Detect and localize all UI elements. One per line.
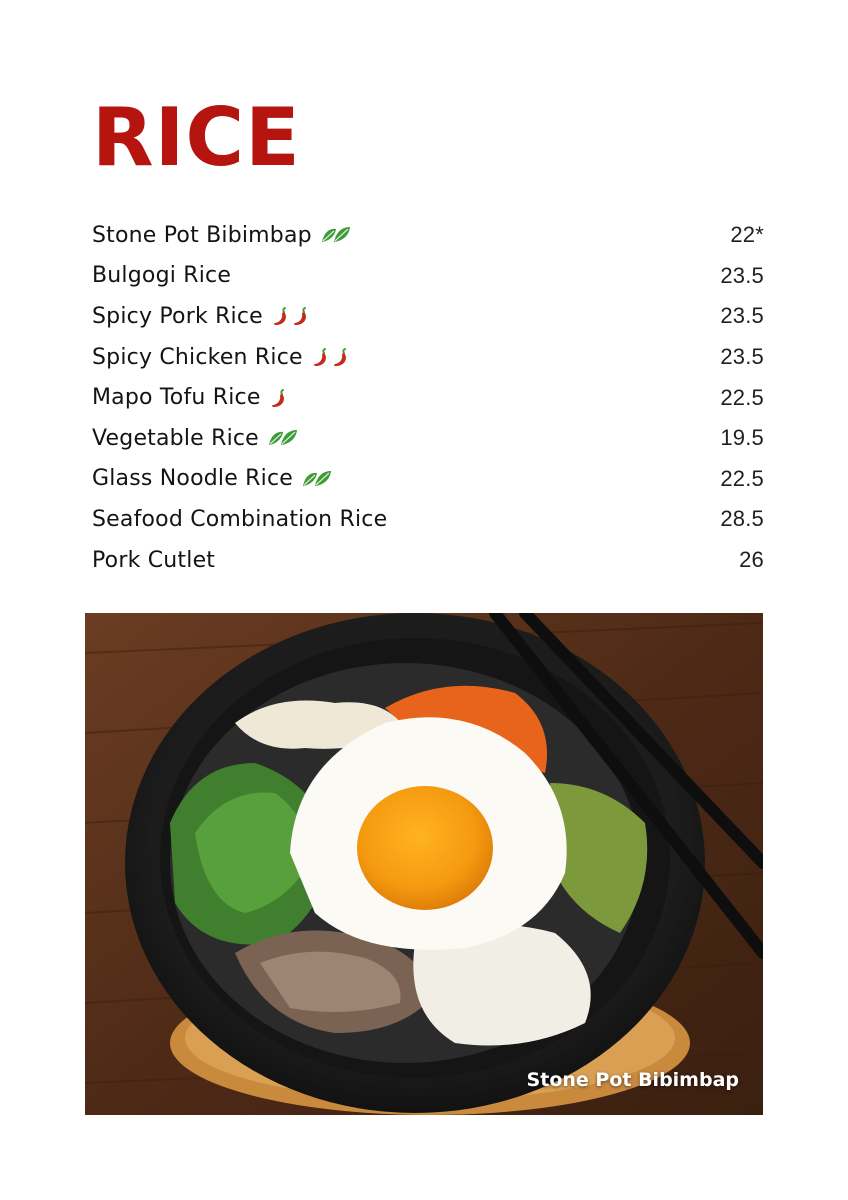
menu-item: Spicy Chicken Rice 23.5	[92, 337, 764, 378]
page-title: RICE	[92, 91, 301, 184]
menu-item-price: 23.5	[720, 262, 764, 288]
menu-item-icons	[269, 387, 289, 409]
menu-item-name: Pork Cutlet	[92, 547, 216, 573]
menu-item-icons	[320, 224, 352, 246]
menu-item: Bulgogi Rice 23.5	[92, 256, 764, 297]
menu-item-price: 23.5	[720, 303, 764, 329]
menu-item-icons	[267, 427, 299, 449]
menu-item-price: 22.5	[720, 384, 764, 410]
chili-icon	[271, 388, 284, 407]
food-photo: Stone Pot Bibimbap	[85, 613, 763, 1115]
menu-item-name: Bulgogi Rice	[92, 263, 232, 289]
menu-item: Glass Noodle Rice 22.5	[92, 459, 764, 500]
chili-icon	[293, 307, 306, 326]
menu-item-price: 26	[739, 547, 764, 573]
leaf-icon	[302, 470, 331, 486]
menu-item-price: 28.5	[720, 506, 764, 532]
menu-item: Vegetable Rice 19.5	[92, 418, 764, 459]
menu-item-icons	[301, 468, 333, 490]
menu-list: Stone Pot Bibimbap 22* Bulgogi Rice 23.5 Spi…	[92, 215, 764, 580]
bibimbap-illustration	[85, 613, 763, 1115]
photo-caption: Stone Pot Bibimbap	[526, 1069, 739, 1091]
menu-item-price: 22*	[730, 222, 764, 248]
menu-item-name: Glass Noodle Rice	[92, 466, 293, 492]
menu-item-left: Seafood Combination Rice	[92, 507, 387, 532]
menu-item: Mapo Tofu Rice 22.5	[92, 377, 764, 418]
menu-item-icons	[311, 346, 351, 368]
menu-item-name: Spicy Pork Rice	[92, 303, 263, 329]
menu-item: Seafood Combination Rice 28.5	[92, 499, 764, 540]
menu-item-left: Vegetable Rice	[92, 426, 299, 451]
menu-item-left: Glass Noodle Rice	[92, 466, 333, 491]
menu-item-left: Spicy Chicken Rice	[92, 345, 351, 370]
menu-item-price: 19.5	[720, 425, 764, 451]
menu-item-name: Spicy Chicken Rice	[92, 344, 303, 370]
menu-item-price: 22.5	[720, 465, 764, 491]
menu-item-name: Vegetable Rice	[92, 425, 259, 451]
chili-icon	[333, 348, 346, 367]
menu-item-price: 23.5	[720, 344, 764, 370]
menu-item-left: Spicy Pork Rice	[92, 304, 311, 329]
menu-item: Spicy Pork Rice 23.5	[92, 296, 764, 337]
leaf-icon	[268, 430, 297, 446]
menu-item-left: Bulgogi Rice	[92, 263, 231, 288]
menu-item-name: Stone Pot Bibimbap	[92, 222, 312, 248]
menu-item-name: Mapo Tofu Rice	[92, 385, 261, 411]
menu-item: Pork Cutlet 26	[92, 540, 764, 581]
chili-icon	[273, 307, 286, 326]
menu-item-left: Stone Pot Bibimbap	[92, 223, 352, 248]
menu-item-name: Seafood Combination Rice	[92, 506, 388, 532]
menu-item-icons	[271, 305, 311, 327]
leaf-icon	[321, 227, 350, 243]
chili-icon	[313, 348, 326, 367]
menu-item-left: Pork Cutlet	[92, 548, 215, 573]
menu-item: Stone Pot Bibimbap 22*	[92, 215, 764, 256]
menu-item-left: Mapo Tofu Rice	[92, 385, 289, 410]
